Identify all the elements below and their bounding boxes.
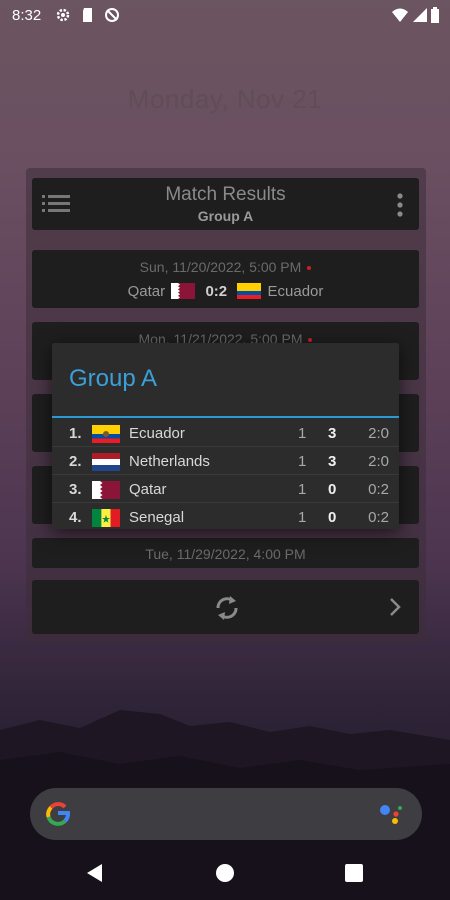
senegal-flag-icon xyxy=(92,509,120,527)
row-goals: 0:2 xyxy=(368,481,389,498)
clock-date: Monday, Nov 21 xyxy=(127,84,323,114)
google-g-icon xyxy=(46,802,70,826)
standings-row[interactable]: 2. Netherlands 1 3 2:0 xyxy=(52,448,399,475)
dialog-divider xyxy=(52,416,399,418)
widget-nav-bar xyxy=(32,580,419,634)
widget-subtitle: Group A xyxy=(197,208,254,224)
status-time: 8:32 xyxy=(12,7,42,24)
netherlands-flag-icon xyxy=(92,453,120,471)
ecuador-flag-icon xyxy=(237,283,262,299)
row-played: 1 xyxy=(298,425,307,442)
row-rank: 4. xyxy=(69,509,82,526)
back-icon[interactable] xyxy=(87,864,103,882)
group-standings-dialog: Group A 1. Ecuador 1 3 2:0 2. Netherland… xyxy=(52,343,399,529)
no-sync-icon xyxy=(105,8,119,22)
row-played: 1 xyxy=(298,509,307,526)
row-team: Senegal xyxy=(129,509,185,526)
away-team: Ecuador xyxy=(267,283,324,300)
row-goals: 2:0 xyxy=(368,453,389,470)
row-points: 0 xyxy=(328,481,337,498)
standings-row[interactable]: 1. Ecuador 1 3 2:0 xyxy=(52,420,399,447)
live-dot-icon xyxy=(308,338,313,343)
match-teams: Qatar 0:2 Ecuador xyxy=(32,283,419,300)
settings-icon xyxy=(56,8,70,22)
row-goals: 2:0 xyxy=(368,425,389,442)
row-points: 3 xyxy=(328,453,337,470)
row-points: 3 xyxy=(328,425,337,442)
system-nav-bar xyxy=(0,842,450,900)
standings-row[interactable]: 3. Qatar 1 0 0:2 xyxy=(52,476,399,503)
signal-icon xyxy=(413,8,427,22)
row-points: 0 xyxy=(328,509,337,526)
row-rank: 3. xyxy=(69,481,82,498)
ecuador-flag-icon xyxy=(92,425,120,443)
recent-apps-icon[interactable] xyxy=(345,864,363,882)
widget-header: Match Results Group A xyxy=(32,178,419,230)
row-rank: 1. xyxy=(69,425,82,442)
more-options-icon[interactable] xyxy=(397,192,403,218)
match-datetime: Tue, 11/29/2022, 4:00 PM xyxy=(145,546,306,562)
match-card[interactable]: Sun, 11/20/2022, 5:00 PM Qatar 0:2 Ecuad… xyxy=(32,250,419,308)
row-played: 1 xyxy=(298,453,307,470)
match-card[interactable]: Tue, 11/29/2022, 4:00 PM xyxy=(32,538,419,568)
battery-icon xyxy=(431,7,439,23)
refresh-icon[interactable] xyxy=(212,593,242,623)
home-team: Qatar xyxy=(127,283,166,300)
match-score: 0:2 xyxy=(205,283,228,300)
qatar-flag-icon xyxy=(92,481,120,499)
chevron-right-icon[interactable] xyxy=(389,597,401,617)
match-datetime: Sun, 11/20/2022, 5:00 PM xyxy=(32,259,419,275)
dialog-title: Group A xyxy=(69,365,158,392)
sd-card-icon xyxy=(83,8,92,22)
google-assistant-icon[interactable] xyxy=(378,802,404,828)
row-team: Ecuador xyxy=(129,425,185,442)
row-team: Netherlands xyxy=(129,453,210,470)
row-played: 1 xyxy=(298,481,307,498)
widget-title: Match Results xyxy=(165,184,286,205)
status-bar: 8:32 xyxy=(0,0,450,30)
google-search-bar[interactable] xyxy=(30,788,422,840)
row-rank: 2. xyxy=(69,453,82,470)
wifi-icon xyxy=(392,8,408,22)
live-dot-icon xyxy=(307,266,312,271)
row-team: Qatar xyxy=(129,481,167,498)
standings-row[interactable]: 4. Senegal 1 0 0:2 xyxy=(52,504,399,530)
home-icon[interactable] xyxy=(215,863,235,883)
row-goals: 0:2 xyxy=(368,509,389,526)
qatar-flag-icon xyxy=(171,283,196,299)
